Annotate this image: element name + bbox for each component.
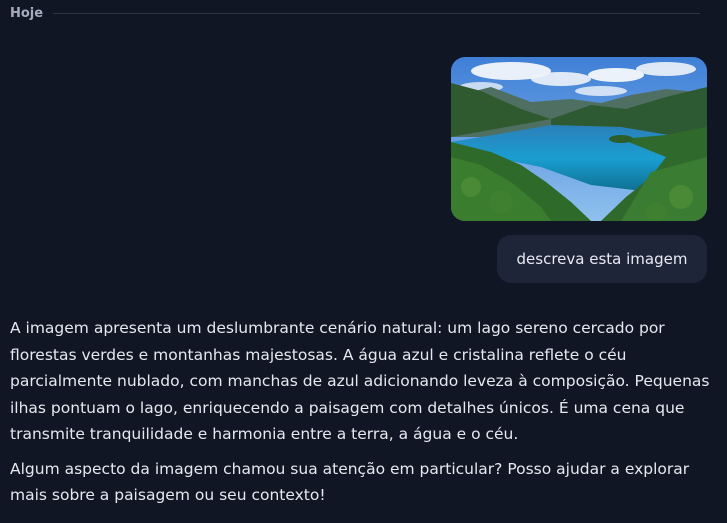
assistant-message: A imagem apresenta um deslumbrante cenár… [10, 315, 710, 517]
divider-line [53, 13, 700, 14]
landscape-photo-icon [451, 57, 707, 221]
user-message-bubble: descreva esta imagem [497, 235, 707, 283]
date-label: Hoje [10, 6, 44, 21]
date-divider: Hoje [10, 6, 700, 21]
chat-view: Hoje descreva esta imagem A imagem apres… [0, 0, 727, 523]
user-uploaded-image[interactable] [451, 57, 707, 221]
assistant-paragraph: Algum aspecto da imagem chamou sua atenç… [10, 459, 690, 505]
assistant-paragraph: A imagem apresenta um deslumbrante cenár… [10, 319, 710, 443]
